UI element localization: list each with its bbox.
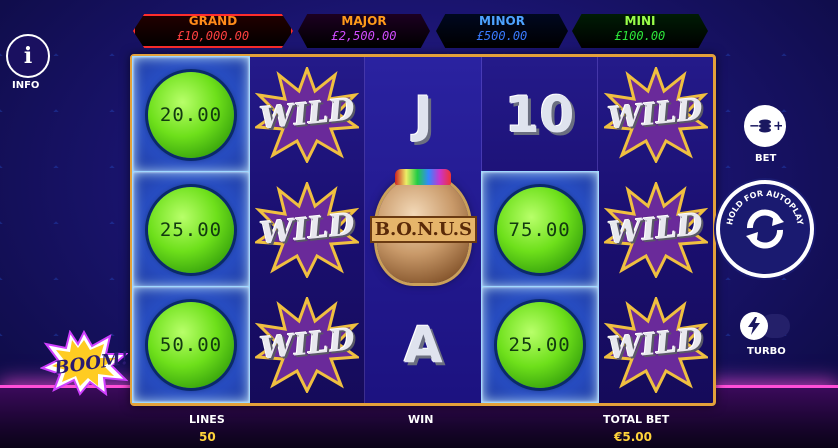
- lightning-icon: [748, 317, 760, 335]
- svg-text:−: −: [749, 119, 760, 134]
- bonus-cap-icon: [395, 168, 452, 185]
- info-button[interactable]: i: [6, 34, 50, 78]
- reel-2: WILD WILD WILD: [249, 57, 366, 403]
- cash-ball-symbol: 25.00: [148, 186, 234, 273]
- jackpot-major: MAJOR £2,500.00: [298, 14, 430, 48]
- jackpot-major-label: MAJOR: [341, 14, 387, 28]
- wild-symbol: WILD: [255, 181, 360, 278]
- jackpot-mini: MINI £100.00: [572, 14, 708, 48]
- cash-ball-symbol: 20.00: [148, 71, 234, 158]
- wild-symbol: WILD: [603, 66, 708, 163]
- total-bet-label: TOTAL BET: [603, 413, 670, 426]
- jackpot-minor-value: £500.00: [476, 29, 528, 43]
- jackpot-grand-label: GRAND: [188, 14, 238, 28]
- reel-3: J B.O.N.U.S A: [365, 57, 482, 403]
- reel-cell: A: [365, 287, 481, 402]
- reel-cell: J: [365, 57, 481, 172]
- svg-text:HOLD FOR AUTOPLAY: HOLD FOR AUTOPLAY: [725, 189, 805, 226]
- cash-ball-value: 20.00: [159, 103, 223, 126]
- wild-symbol: WILD: [255, 296, 360, 393]
- turbo-label: TURBO: [747, 346, 786, 357]
- info-icon: i: [23, 43, 33, 69]
- win-label: WIN: [408, 413, 434, 426]
- cash-ball-symbol: 75.00: [496, 186, 583, 273]
- reel-cell: 75.00: [480, 171, 599, 288]
- cash-ball-value: 75.00: [508, 218, 571, 241]
- reel-cell: WILD: [598, 287, 714, 402]
- reel-cell: 10: [482, 57, 598, 172]
- reel-cell: WILD: [598, 57, 714, 172]
- jackpot-mini-value: £100.00: [614, 29, 666, 43]
- wild-symbol: WILD: [255, 66, 360, 163]
- reel-cell: 20.00: [132, 56, 250, 173]
- svg-text:+: +: [773, 119, 782, 134]
- reel-4: 10 75.00 25.00: [480, 57, 599, 403]
- card-symbol: J: [414, 85, 433, 144]
- reel-cell: WILD: [249, 57, 365, 172]
- bet-label: BET: [755, 153, 777, 164]
- lines-value: 50: [199, 430, 216, 444]
- reel-cell: 50.00: [132, 286, 250, 403]
- reel-cell: 25.00: [132, 171, 250, 288]
- wild-symbol: WILD: [603, 181, 708, 278]
- autoplay-ring: HOLD FOR AUTOPLAY: [725, 189, 805, 226]
- cash-ball-value: 25.00: [159, 218, 223, 241]
- card-symbol: 10: [504, 85, 575, 144]
- cash-ball-value: 50.00: [159, 333, 223, 356]
- boom-logo: BOOM!: [40, 330, 128, 396]
- reel-1: 20.00 25.00 50.00: [132, 56, 250, 403]
- jackpot-grand: GRAND £10,000.00: [133, 14, 293, 48]
- card-symbol: A: [404, 315, 443, 374]
- reel-cell: WILD: [249, 172, 365, 287]
- cash-ball-symbol: 25.00: [496, 301, 583, 388]
- jackpot-minor-label: MINOR: [479, 14, 525, 28]
- coin-stack-icon: − +: [749, 119, 782, 134]
- jackpot-mini-label: MINI: [624, 14, 656, 28]
- cash-ball-symbol: 50.00: [148, 301, 234, 388]
- bonus-symbol: B.O.N.U.S: [369, 168, 478, 289]
- autoplay-label: HOLD FOR AUTOPLAY: [725, 189, 805, 226]
- jackpot-minor: MINOR £500.00: [436, 14, 568, 48]
- info-label: INFO: [12, 80, 40, 91]
- spin-button[interactable]: HOLD FOR AUTOPLAY: [720, 184, 810, 274]
- reel-grid: 20.00 25.00 50.00 WILD WILD WILD J B.O.N…: [130, 54, 716, 406]
- total-bet-value: €5.00: [614, 430, 652, 444]
- reel-cell: WILD: [249, 287, 365, 402]
- reel-5: WILD WILD WILD: [598, 57, 713, 403]
- lines-label: LINES: [189, 413, 225, 426]
- jackpot-grand-value: £10,000.00: [176, 29, 250, 43]
- reel-cell: 25.00: [480, 286, 599, 403]
- bonus-text: B.O.N.U.S: [369, 216, 478, 243]
- jackpot-major-value: £2,500.00: [331, 29, 397, 43]
- cash-ball-value: 25.00: [508, 333, 571, 356]
- wild-symbol: WILD: [603, 296, 708, 393]
- turbo-button[interactable]: [740, 312, 768, 340]
- reel-cell: WILD: [598, 172, 714, 287]
- reel-cell: B.O.N.U.S: [365, 168, 481, 289]
- bet-button[interactable]: − +: [744, 105, 786, 147]
